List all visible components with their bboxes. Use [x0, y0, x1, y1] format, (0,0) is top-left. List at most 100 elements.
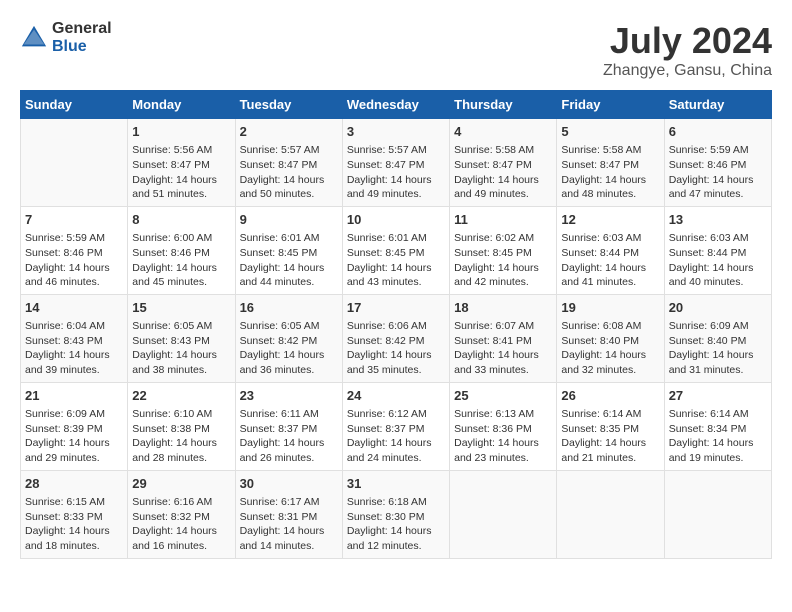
- day-info: Sunrise: 6:11 AMSunset: 8:37 PMDaylight:…: [240, 407, 338, 466]
- calendar-day-cell: 25 Sunrise: 6:13 AMSunset: 8:36 PMDayligh…: [450, 382, 557, 470]
- day-number: 20: [669, 299, 767, 317]
- day-info: Sunrise: 6:03 AMSunset: 8:44 PMDaylight:…: [561, 231, 659, 290]
- day-info: Sunrise: 5:56 AMSunset: 8:47 PMDaylight:…: [132, 143, 230, 202]
- day-info: Sunrise: 6:03 AMSunset: 8:44 PMDaylight:…: [669, 231, 767, 290]
- calendar-week-row: 28 Sunrise: 6:15 AMSunset: 8:33 PMDayligh…: [21, 470, 772, 558]
- calendar-week-row: 21 Sunrise: 6:09 AMSunset: 8:39 PMDayligh…: [21, 382, 772, 470]
- calendar-day-cell: 23 Sunrise: 6:11 AMSunset: 8:37 PMDayligh…: [235, 382, 342, 470]
- day-of-week-header: Sunday: [21, 91, 128, 119]
- calendar-week-row: 1 Sunrise: 5:56 AMSunset: 8:47 PMDaylight…: [21, 119, 772, 207]
- day-number: 30: [240, 475, 338, 493]
- day-number: 16: [240, 299, 338, 317]
- day-info: Sunrise: 6:15 AMSunset: 8:33 PMDaylight:…: [25, 495, 123, 554]
- logo-icon: [20, 24, 48, 52]
- day-info: Sunrise: 6:05 AMSunset: 8:43 PMDaylight:…: [132, 319, 230, 378]
- day-info: Sunrise: 6:00 AMSunset: 8:46 PMDaylight:…: [132, 231, 230, 290]
- day-info: Sunrise: 5:58 AMSunset: 8:47 PMDaylight:…: [454, 143, 552, 202]
- calendar-day-cell: 30 Sunrise: 6:17 AMSunset: 8:31 PMDayligh…: [235, 470, 342, 558]
- day-number: 26: [561, 387, 659, 405]
- day-number: 6: [669, 123, 767, 141]
- logo: General Blue: [20, 20, 112, 55]
- day-info: Sunrise: 6:17 AMSunset: 8:31 PMDaylight:…: [240, 495, 338, 554]
- day-info: Sunrise: 6:16 AMSunset: 8:32 PMDaylight:…: [132, 495, 230, 554]
- page-header: General Blue July 2024 Zhangye, Gansu, C…: [20, 20, 772, 80]
- day-info: Sunrise: 5:57 AMSunset: 8:47 PMDaylight:…: [240, 143, 338, 202]
- calendar-day-cell: [450, 470, 557, 558]
- day-number: 27: [669, 387, 767, 405]
- calendar-day-cell: 28 Sunrise: 6:15 AMSunset: 8:33 PMDayligh…: [21, 470, 128, 558]
- calendar-day-cell: 16 Sunrise: 6:05 AMSunset: 8:42 PMDayligh…: [235, 294, 342, 382]
- day-number: 2: [240, 123, 338, 141]
- day-number: 31: [347, 475, 445, 493]
- calendar-day-cell: 20Sunrise: 6:09 AMSunset: 8:40 PMDayligh…: [664, 294, 771, 382]
- day-number: 7: [25, 211, 123, 229]
- calendar-day-cell: 9 Sunrise: 6:01 AMSunset: 8:45 PMDaylight…: [235, 206, 342, 294]
- calendar-day-cell: [21, 119, 128, 207]
- day-number: 3: [347, 123, 445, 141]
- day-number: 15: [132, 299, 230, 317]
- calendar-day-cell: 22Sunrise: 6:10 AMSunset: 8:38 PMDayligh…: [128, 382, 235, 470]
- subtitle: Zhangye, Gansu, China: [603, 62, 772, 80]
- day-number: 12: [561, 211, 659, 229]
- day-number: 5: [561, 123, 659, 141]
- main-title: July 2024: [603, 20, 772, 62]
- day-number: 13: [669, 211, 767, 229]
- calendar-day-cell: 10Sunrise: 6:01 AMSunset: 8:45 PMDayligh…: [342, 206, 449, 294]
- day-info: Sunrise: 6:13 AMSunset: 8:36 PMDaylight:…: [454, 407, 552, 466]
- calendar-header-row: SundayMondayTuesdayWednesdayThursdayFrid…: [21, 91, 772, 119]
- day-number: 9: [240, 211, 338, 229]
- day-number: 14: [25, 299, 123, 317]
- calendar-week-row: 7 Sunrise: 5:59 AMSunset: 8:46 PMDaylight…: [21, 206, 772, 294]
- calendar-day-cell: 11 Sunrise: 6:02 AMSunset: 8:45 PMDayligh…: [450, 206, 557, 294]
- day-info: Sunrise: 6:12 AMSunset: 8:37 PMDaylight:…: [347, 407, 445, 466]
- calendar-day-cell: 27Sunrise: 6:14 AMSunset: 8:34 PMDayligh…: [664, 382, 771, 470]
- calendar-day-cell: 21 Sunrise: 6:09 AMSunset: 8:39 PMDayligh…: [21, 382, 128, 470]
- day-number: 25: [454, 387, 552, 405]
- day-info: Sunrise: 5:59 AMSunset: 8:46 PMDaylight:…: [669, 143, 767, 202]
- day-info: Sunrise: 6:09 AMSunset: 8:39 PMDaylight:…: [25, 407, 123, 466]
- calendar-day-cell: 7 Sunrise: 5:59 AMSunset: 8:46 PMDaylight…: [21, 206, 128, 294]
- day-info: Sunrise: 6:04 AMSunset: 8:43 PMDaylight:…: [25, 319, 123, 378]
- calendar-day-cell: 17Sunrise: 6:06 AMSunset: 8:42 PMDayligh…: [342, 294, 449, 382]
- day-info: Sunrise: 6:01 AMSunset: 8:45 PMDaylight:…: [240, 231, 338, 290]
- calendar-day-cell: 1 Sunrise: 5:56 AMSunset: 8:47 PMDaylight…: [128, 119, 235, 207]
- day-number: 28: [25, 475, 123, 493]
- day-number: 19: [561, 299, 659, 317]
- day-info: Sunrise: 5:57 AMSunset: 8:47 PMDaylight:…: [347, 143, 445, 202]
- day-number: 24: [347, 387, 445, 405]
- day-info: Sunrise: 6:18 AMSunset: 8:30 PMDaylight:…: [347, 495, 445, 554]
- day-info: Sunrise: 6:10 AMSunset: 8:38 PMDaylight:…: [132, 407, 230, 466]
- day-info: Sunrise: 6:05 AMSunset: 8:42 PMDaylight:…: [240, 319, 338, 378]
- calendar-day-cell: [557, 470, 664, 558]
- day-info: Sunrise: 6:02 AMSunset: 8:45 PMDaylight:…: [454, 231, 552, 290]
- day-number: 23: [240, 387, 338, 405]
- day-number: 1: [132, 123, 230, 141]
- calendar-week-row: 14 Sunrise: 6:04 AMSunset: 8:43 PMDayligh…: [21, 294, 772, 382]
- logo-blue: Blue: [52, 38, 112, 56]
- day-of-week-header: Thursday: [450, 91, 557, 119]
- calendar-day-cell: 29Sunrise: 6:16 AMSunset: 8:32 PMDayligh…: [128, 470, 235, 558]
- day-number: 4: [454, 123, 552, 141]
- day-of-week-header: Tuesday: [235, 91, 342, 119]
- day-number: 21: [25, 387, 123, 405]
- day-number: 18: [454, 299, 552, 317]
- calendar-day-cell: 13 Sunrise: 6:03 AMSunset: 8:44 PMDayligh…: [664, 206, 771, 294]
- day-of-week-header: Friday: [557, 91, 664, 119]
- day-number: 17: [347, 299, 445, 317]
- day-number: 8: [132, 211, 230, 229]
- calendar-day-cell: 6 Sunrise: 5:59 AMSunset: 8:46 PMDaylight…: [664, 119, 771, 207]
- day-number: 11: [454, 211, 552, 229]
- calendar-day-cell: 19Sunrise: 6:08 AMSunset: 8:40 PMDayligh…: [557, 294, 664, 382]
- calendar-day-cell: [664, 470, 771, 558]
- day-of-week-header: Wednesday: [342, 91, 449, 119]
- calendar-day-cell: 26 Sunrise: 6:14 AMSunset: 8:35 PMDayligh…: [557, 382, 664, 470]
- calendar-day-cell: 15 Sunrise: 6:05 AMSunset: 8:43 PMDayligh…: [128, 294, 235, 382]
- day-of-week-header: Saturday: [664, 91, 771, 119]
- day-info: Sunrise: 5:59 AMSunset: 8:46 PMDaylight:…: [25, 231, 123, 290]
- calendar-table: SundayMondayTuesdayWednesdayThursdayFrid…: [20, 90, 772, 559]
- calendar-day-cell: 5Sunrise: 5:58 AMSunset: 8:47 PMDaylight…: [557, 119, 664, 207]
- calendar-day-cell: 3 Sunrise: 5:57 AMSunset: 8:47 PMDaylight…: [342, 119, 449, 207]
- logo-text: General Blue: [52, 20, 112, 55]
- day-info: Sunrise: 6:14 AMSunset: 8:35 PMDaylight:…: [561, 407, 659, 466]
- day-info: Sunrise: 6:01 AMSunset: 8:45 PMDaylight:…: [347, 231, 445, 290]
